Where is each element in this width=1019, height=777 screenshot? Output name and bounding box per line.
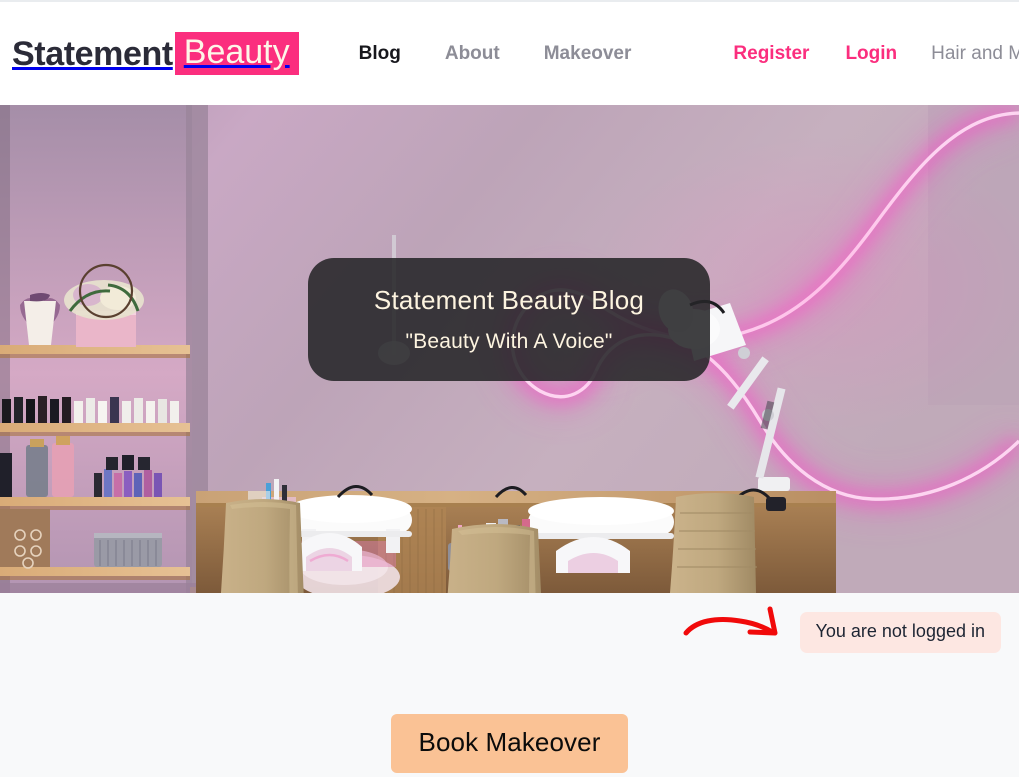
nav-item-login[interactable]: Login (827, 43, 915, 65)
status-row: You are not logged in (0, 593, 1019, 693)
nav-item-blog[interactable]: Blog (337, 43, 423, 65)
hero-overlay-card: Statement Beauty Blog "Beauty With A Voi… (308, 258, 710, 381)
brand-logo[interactable]: Statement Beauty (12, 32, 299, 75)
hero-title: Statement Beauty Blog (373, 285, 645, 315)
nav-item-register[interactable]: Register (715, 43, 827, 65)
auth-nav: Register Login Hair and Makeup (715, 43, 1019, 65)
nav-item-about[interactable]: About (423, 43, 522, 65)
cta-section: Book Makeover (0, 693, 1019, 777)
book-makeover-button[interactable]: Book Makeover (390, 714, 629, 773)
nav-item-makeover[interactable]: Makeover (522, 43, 654, 65)
primary-nav: Blog About Makeover (337, 43, 654, 65)
hero-tagline: "Beauty With A Voice" (405, 330, 613, 353)
brand-word-statement: Statement (12, 34, 173, 73)
hero-banner: Statement Beauty Blog "Beauty With A Voi… (0, 105, 1019, 593)
nav-item-hair-and-makeup[interactable]: Hair and Makeup (915, 43, 1019, 65)
site-header: Statement Beauty Blog About Makeover Regi… (0, 2, 1019, 105)
status-badge: You are not logged in (799, 612, 1001, 653)
brand-word-beauty: Beauty (174, 32, 299, 75)
